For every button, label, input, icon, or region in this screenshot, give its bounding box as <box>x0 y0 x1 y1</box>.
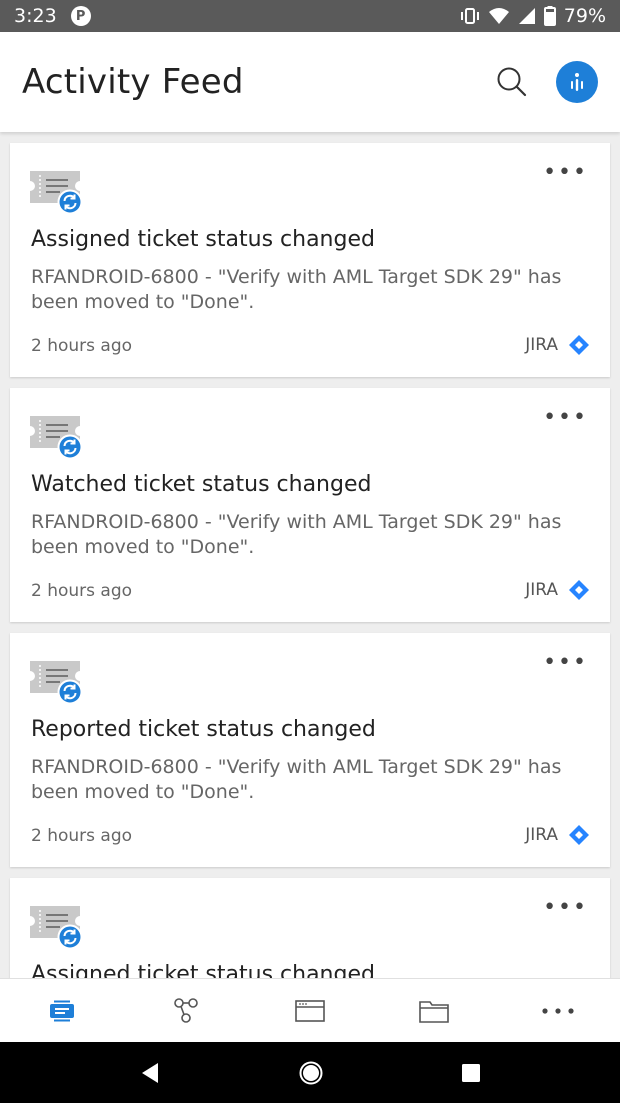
card-title: Assigned ticket status changed <box>31 962 375 978</box>
more-options-icon[interactable]: ••• <box>543 652 588 674</box>
search-icon <box>497 67 527 97</box>
card-title: Watched ticket status changed <box>31 472 372 497</box>
ticket-status-icon <box>30 906 83 950</box>
card-source: JIRA <box>525 334 590 356</box>
card-description: RFANDROID-6800 - "Verify with AML Target… <box>31 266 562 313</box>
system-navigation-bar <box>0 1042 620 1103</box>
wifi-icon <box>488 8 509 24</box>
page-title: Activity Feed <box>22 62 244 102</box>
profile-button[interactable] <box>556 61 598 103</box>
jira-logo-icon <box>569 335 589 355</box>
activity-card[interactable]: ••• Watched ticket status changed RFANDR… <box>10 388 610 622</box>
profile-icon <box>571 73 583 91</box>
status-time: 3:23 <box>14 5 57 27</box>
activity-card[interactable]: ••• Assigned ticket status changed <box>10 878 610 978</box>
status-right: 79% <box>460 5 606 27</box>
nav-activity-feed[interactable] <box>32 986 92 1036</box>
ticket-status-icon <box>30 416 83 460</box>
battery-icon <box>543 6 556 26</box>
recents-icon[interactable] <box>461 1063 481 1083</box>
card-title: Reported ticket status changed <box>31 717 376 742</box>
nav-browser[interactable] <box>280 986 340 1036</box>
ticket-status-icon <box>30 661 83 705</box>
jira-logo-icon <box>569 580 589 600</box>
more-options-icon[interactable]: ••• <box>543 162 588 184</box>
bottom-navigation <box>0 978 620 1042</box>
screen: 3:23 P 79% Activity Feed ••• Assigned ti… <box>0 0 620 1103</box>
status-bar: 3:23 P 79% <box>0 0 620 32</box>
vibrate-icon <box>460 8 479 24</box>
jira-logo-icon <box>569 825 589 845</box>
more-options-icon[interactable]: ••• <box>543 897 588 919</box>
home-icon[interactable] <box>298 1060 324 1086</box>
search-button[interactable] <box>492 62 532 102</box>
card-title: Assigned ticket status changed <box>31 227 375 252</box>
battery-percent: 79% <box>563 5 606 27</box>
card-timestamp: 2 hours ago <box>31 336 133 356</box>
app-bar: Activity Feed <box>0 32 620 132</box>
source-label: JIRA <box>525 335 558 355</box>
card-description: RFANDROID-6800 - "Verify with AML Target… <box>31 756 562 803</box>
activity-card[interactable]: ••• Reported ticket status changed RFAND… <box>10 633 610 867</box>
graph-icon <box>174 997 198 1023</box>
signal-icon <box>518 8 535 24</box>
activity-feed-list[interactable]: ••• Assigned ticket status changed RFAND… <box>0 132 620 978</box>
back-icon[interactable] <box>139 1061 161 1085</box>
card-source: JIRA <box>525 579 590 601</box>
more-options-icon[interactable]: ••• <box>543 407 588 429</box>
card-timestamp: 2 hours ago <box>31 826 133 846</box>
ticket-status-icon <box>30 171 83 215</box>
card-source: JIRA <box>525 824 590 846</box>
source-label: JIRA <box>525 825 558 845</box>
activity-card[interactable]: ••• Assigned ticket status changed RFAND… <box>10 143 610 377</box>
browser-icon <box>295 999 325 1022</box>
folder-icon <box>419 1000 449 1023</box>
p-badge-icon: P <box>70 6 91 26</box>
nav-graph[interactable] <box>156 986 216 1036</box>
nav-folder[interactable] <box>404 986 464 1036</box>
source-label: JIRA <box>525 580 558 600</box>
card-description: RFANDROID-6800 - "Verify with AML Target… <box>31 511 562 558</box>
activity-feed-icon <box>50 1000 74 1021</box>
status-left: 3:23 P <box>14 5 91 27</box>
card-timestamp: 2 hours ago <box>31 581 133 601</box>
nav-more[interactable] <box>528 986 588 1036</box>
more-icon <box>542 1007 574 1014</box>
